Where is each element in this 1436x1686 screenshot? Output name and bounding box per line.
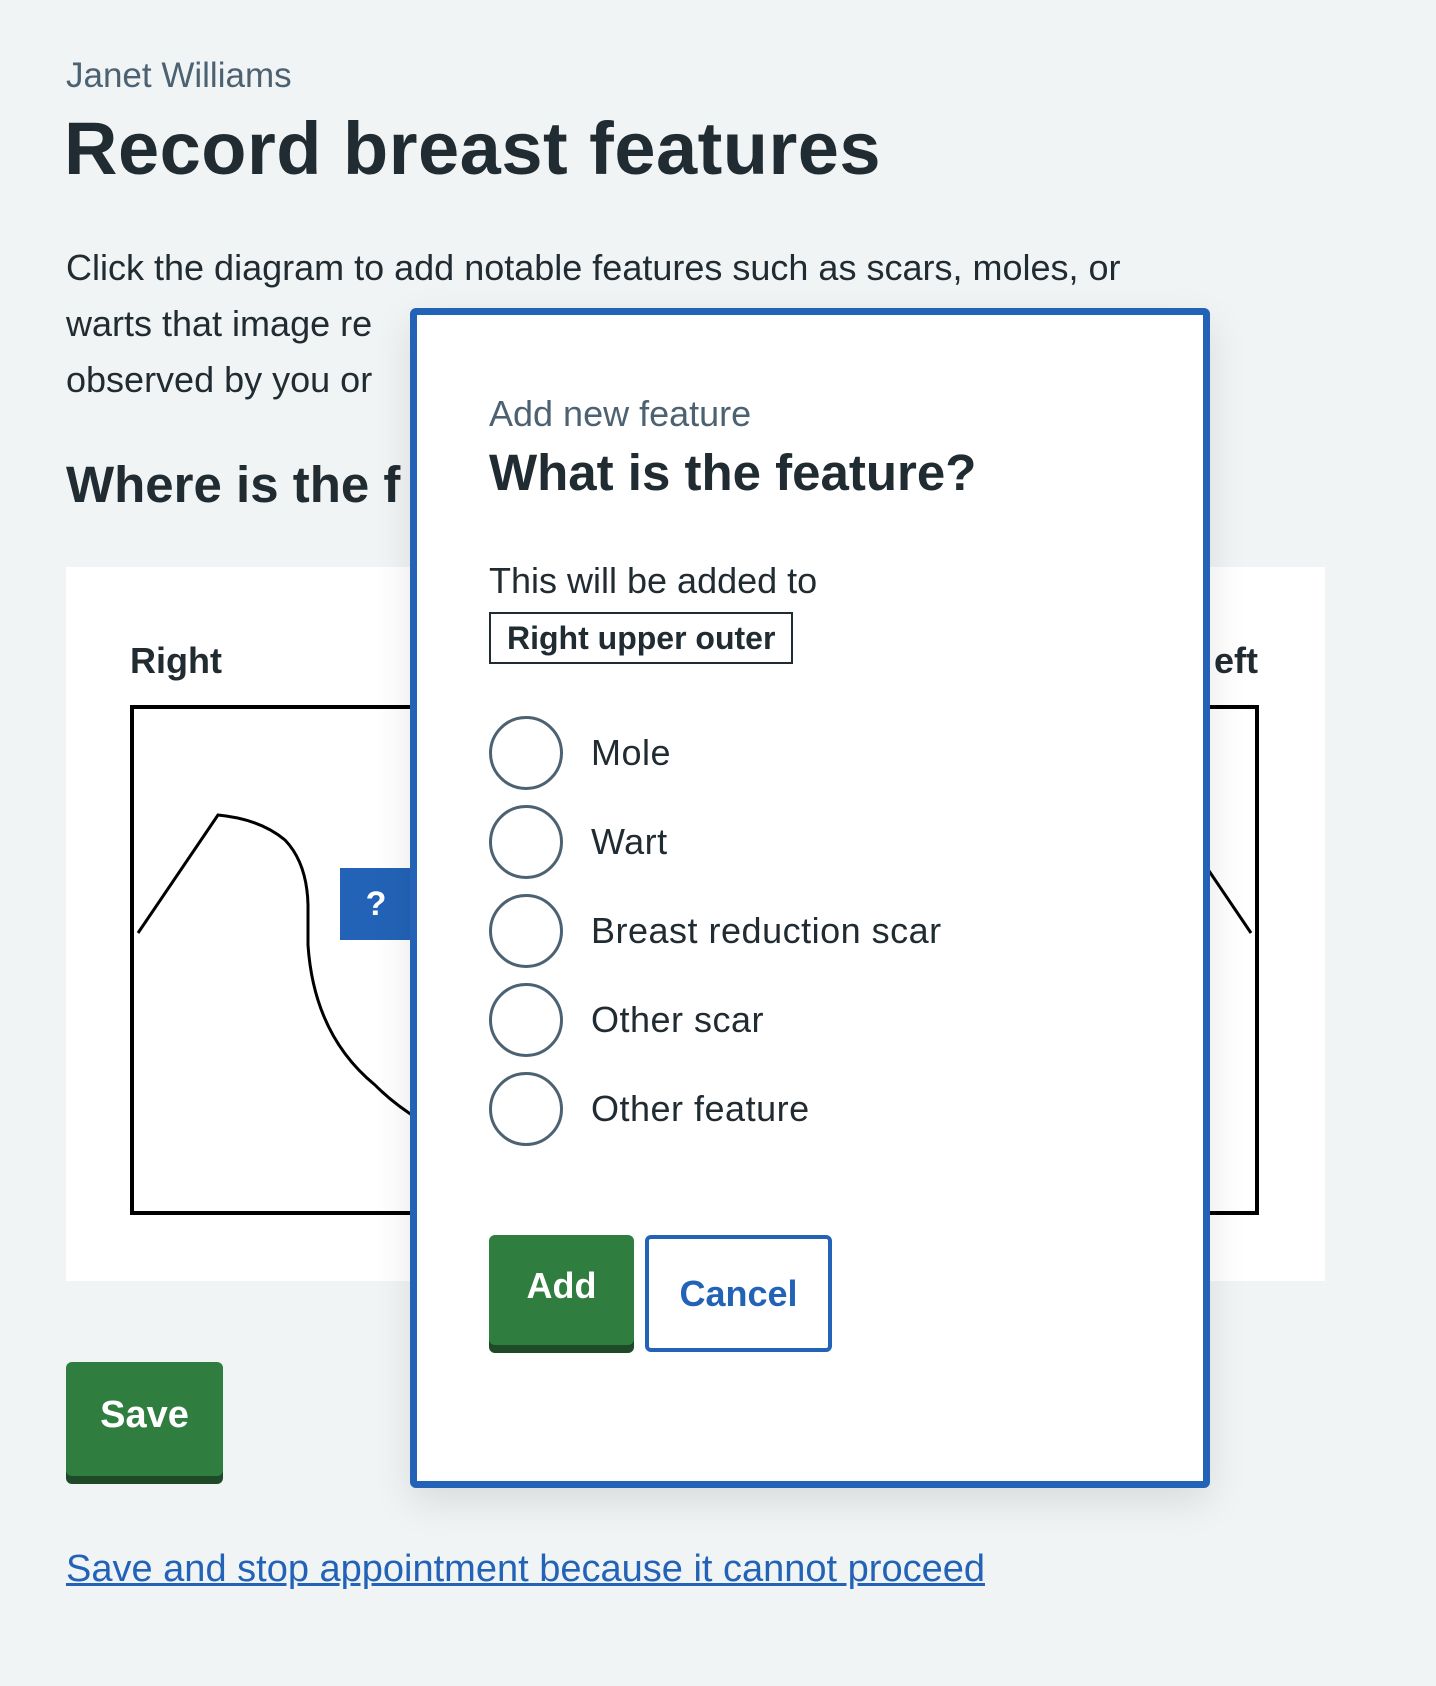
patient-name-caption: Janet Williams: [66, 56, 292, 95]
radio-button[interactable]: [489, 805, 563, 879]
intro-line-2-left: warts that image re: [66, 303, 373, 344]
left-side-label: eft: [1214, 640, 1258, 681]
page-title: Record breast features: [64, 107, 882, 190]
radio-label[interactable]: Mole: [591, 732, 671, 774]
save-button[interactable]: Save: [66, 1362, 223, 1476]
save-and-stop-link[interactable]: Save and stop appointment because it can…: [66, 1548, 985, 1591]
add-feature-dialog: Add new feature What is the feature? Thi…: [410, 308, 1210, 1488]
radio-button[interactable]: [489, 894, 563, 968]
radio-option-breast-reduction-scar[interactable]: Breast reduction scar: [489, 891, 1089, 971]
page: Janet Williams Record breast features Cl…: [0, 0, 1436, 1686]
radio-button[interactable]: [489, 1072, 563, 1146]
radio-option-wart[interactable]: Wart: [489, 802, 1089, 882]
right-side-label: Right: [130, 640, 222, 681]
intro-line-1: Click the diagram to add notable feature…: [66, 247, 1121, 288]
dialog-hint: This will be added to: [489, 560, 818, 601]
radio-option-mole[interactable]: Mole: [489, 713, 1089, 793]
dialog-title: What is the feature?: [489, 444, 977, 501]
add-button[interactable]: Add: [489, 1235, 634, 1345]
location-tag: Right upper outer: [489, 612, 794, 664]
location-question-heading: Where is the f: [66, 456, 401, 513]
radio-label[interactable]: Wart: [591, 821, 668, 863]
radio-label[interactable]: Other feature: [591, 1088, 810, 1130]
radio-button[interactable]: [489, 716, 563, 790]
radio-label[interactable]: Breast reduction scar: [591, 910, 942, 952]
radio-option-other-feature[interactable]: Other feature: [489, 1069, 1089, 1149]
dialog-caption: Add new feature: [489, 393, 752, 434]
cancel-button[interactable]: Cancel: [645, 1235, 832, 1352]
radio-option-other-scar[interactable]: Other scar: [489, 980, 1089, 1060]
radio-label[interactable]: Other scar: [591, 999, 764, 1041]
feature-marker[interactable]: ?: [340, 868, 420, 940]
radio-button[interactable]: [489, 983, 563, 1057]
